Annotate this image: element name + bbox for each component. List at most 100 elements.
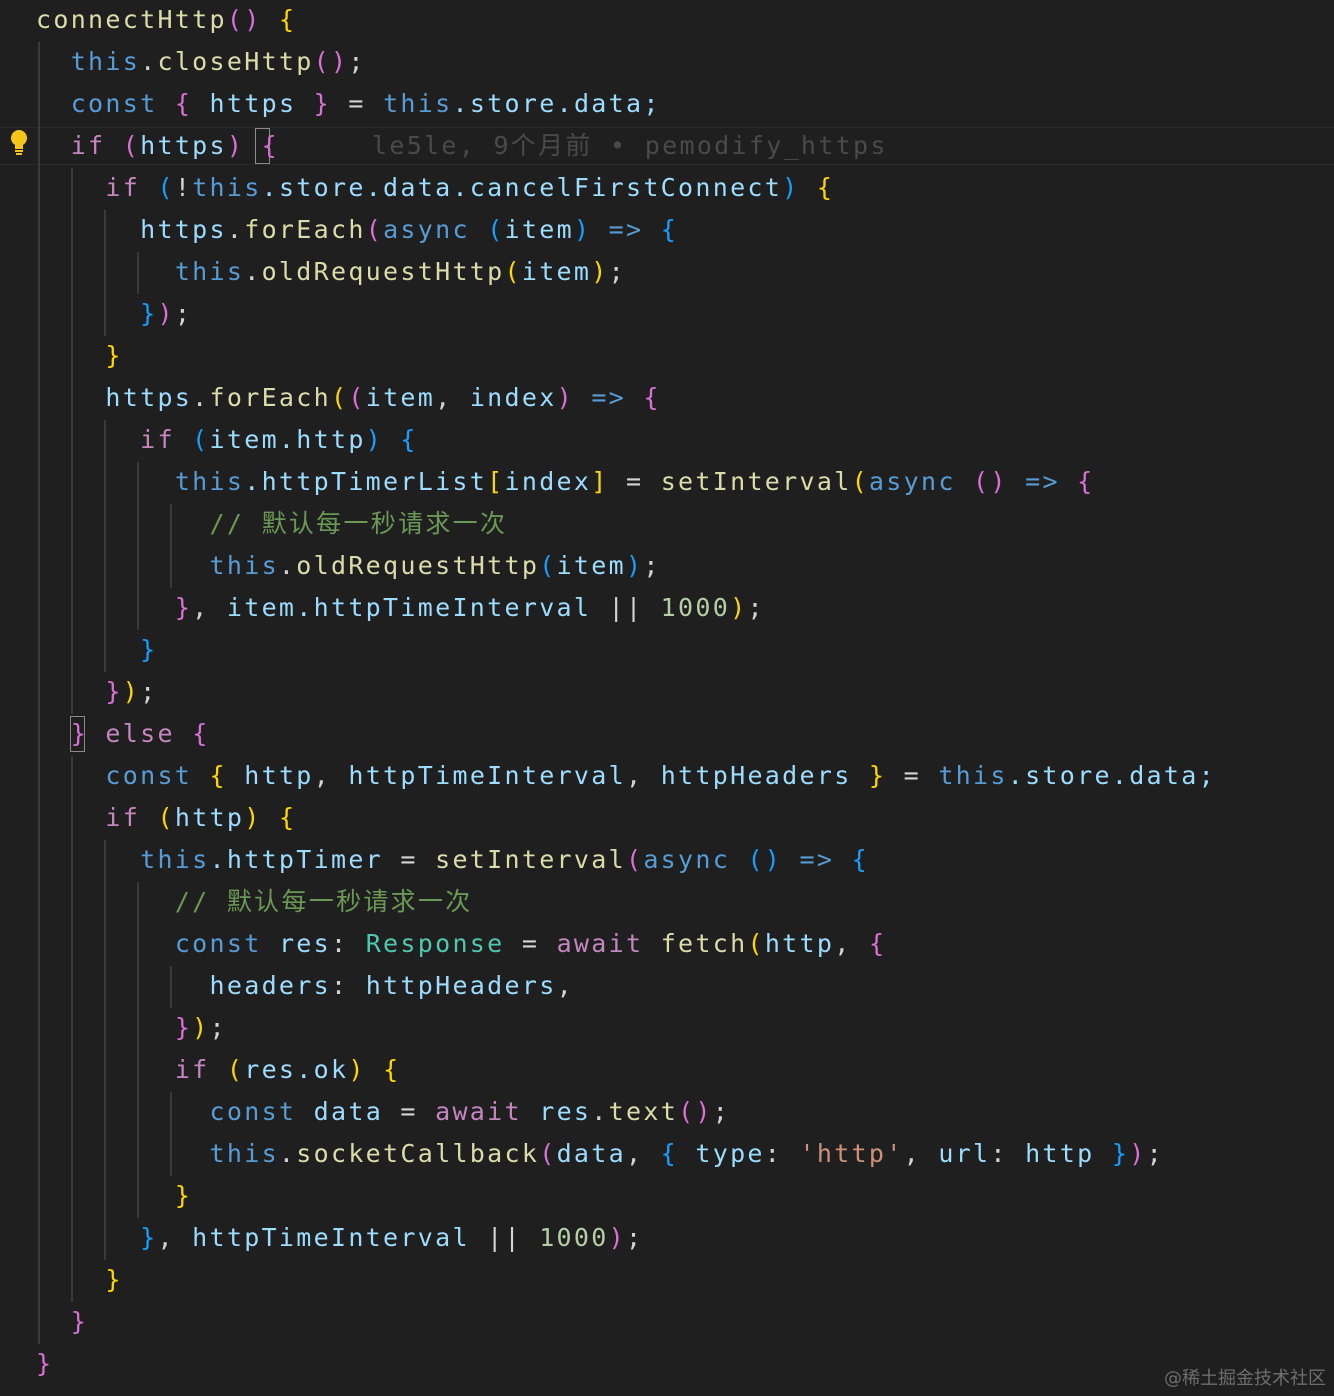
code-token: } xyxy=(174,1013,193,1042)
code-line[interactable]: // 默认每一秒请求一次 xyxy=(36,881,473,923)
code-token: httpHeaders xyxy=(660,761,869,790)
code-line[interactable]: }); xyxy=(36,293,192,335)
code-token: this xyxy=(383,89,453,118)
code-token: ; xyxy=(140,677,158,706)
code-line[interactable]: if (res.ok) { xyxy=(36,1049,400,1091)
code-line[interactable]: headers: httpHeaders, xyxy=(36,965,574,1007)
code-token: 'http' xyxy=(799,1139,904,1168)
code-line[interactable]: } xyxy=(36,1259,123,1301)
code-line[interactable]: this.closeHttp(); xyxy=(36,41,366,83)
code-token: = xyxy=(504,929,557,958)
code-line[interactable]: if (!this.store.data.cancelFirstConnect)… xyxy=(36,167,834,209)
code-token: { xyxy=(851,845,869,874)
code-token: || xyxy=(591,593,661,622)
code-token: ) xyxy=(1129,1139,1147,1168)
code-token: ( xyxy=(539,1139,557,1168)
code-token: ( xyxy=(331,383,349,412)
code-line[interactable]: const { http, httpTimeInterval, httpHead… xyxy=(36,755,1216,797)
code-token: ) xyxy=(157,299,175,328)
code-token: ) xyxy=(122,677,141,706)
code-line[interactable]: }); xyxy=(36,1007,227,1049)
code-token: = xyxy=(383,845,436,874)
code-token: : xyxy=(331,929,366,958)
code-line[interactable]: this.socketCallback(data, { type: 'http'… xyxy=(36,1133,1164,1175)
code-token: ) xyxy=(730,593,748,622)
code-line[interactable]: this.oldRequestHttp(item); xyxy=(36,545,661,587)
code-token: if xyxy=(70,131,106,160)
code-token: .httpTimer xyxy=(209,845,384,874)
code-line[interactable]: const data = await res.text(); xyxy=(36,1091,730,1133)
code-line[interactable]: this.oldRequestHttp(item); xyxy=(36,251,626,293)
code-token: ; xyxy=(174,299,193,328)
code-line[interactable]: }); xyxy=(36,671,157,713)
code-line[interactable]: const res: Response = await fetch(http, … xyxy=(36,923,886,965)
code-token: . xyxy=(278,1139,297,1168)
code-token: type xyxy=(678,1139,765,1168)
code-line[interactable]: this.httpTimer = setInterval(async () =>… xyxy=(36,839,869,881)
code-line[interactable]: connectHttp() { xyxy=(36,0,296,41)
code-token: : xyxy=(330,971,366,1000)
code-line[interactable]: this.httpTimerList[index] = setInterval(… xyxy=(36,461,1095,503)
code-line[interactable]: } xyxy=(36,629,157,671)
code-line[interactable]: if (http) { xyxy=(36,797,296,839)
code-line[interactable]: // 默认每一秒请求一次 xyxy=(36,503,507,545)
code-line[interactable]: if (item.http) { xyxy=(36,419,418,461)
code-token: this xyxy=(174,257,245,286)
code-line[interactable]: https.forEach((item, index) => { xyxy=(36,377,661,419)
code-token: , xyxy=(157,1223,193,1252)
code-token: } xyxy=(1111,1139,1130,1168)
code-line[interactable]: https.forEach(async (item) => { xyxy=(36,209,678,251)
code-token: . xyxy=(226,215,245,244)
code-line[interactable]: const { https } = this.store.data; xyxy=(36,83,661,125)
code-token: { xyxy=(278,5,297,34)
code-token: res xyxy=(278,929,331,958)
code-token: { xyxy=(383,1055,401,1084)
code-token: { xyxy=(1077,467,1095,496)
code-token: item.httpTimeInterval xyxy=(226,593,592,622)
code-token: item xyxy=(365,383,436,412)
code-token: => xyxy=(1025,467,1060,496)
code-token: ( xyxy=(625,845,644,874)
code-token: item.http xyxy=(209,425,366,454)
code-token: , xyxy=(192,593,227,622)
code-line[interactable]: } xyxy=(36,1301,88,1343)
code-line[interactable]: }, httpTimeInterval || 1000); xyxy=(36,1217,643,1259)
code-token: ) xyxy=(591,257,609,286)
code-line[interactable]: } xyxy=(36,1343,53,1385)
code-token: . xyxy=(591,1097,609,1126)
code-line[interactable]: } xyxy=(36,1175,192,1217)
code-token: ( xyxy=(747,929,765,958)
code-line[interactable]: } else { xyxy=(36,713,210,755)
code-token: if xyxy=(140,425,175,454)
code-token: ) xyxy=(573,215,592,244)
code-token: data xyxy=(556,1139,626,1168)
code-line[interactable]: } xyxy=(36,335,123,377)
code-editor[interactable]: connectHttp() { this.closeHttp(); const … xyxy=(0,0,1334,1396)
lightbulb-icon[interactable] xyxy=(9,129,29,157)
code-token: ) xyxy=(226,131,245,160)
code-token: async xyxy=(868,467,956,496)
code-line[interactable]: if (https) { xyxy=(36,125,279,167)
code-token: ( xyxy=(122,131,141,160)
code-line[interactable]: }, item.httpTimeInterval || 1000); xyxy=(36,587,765,629)
code-token: ) xyxy=(556,383,574,412)
